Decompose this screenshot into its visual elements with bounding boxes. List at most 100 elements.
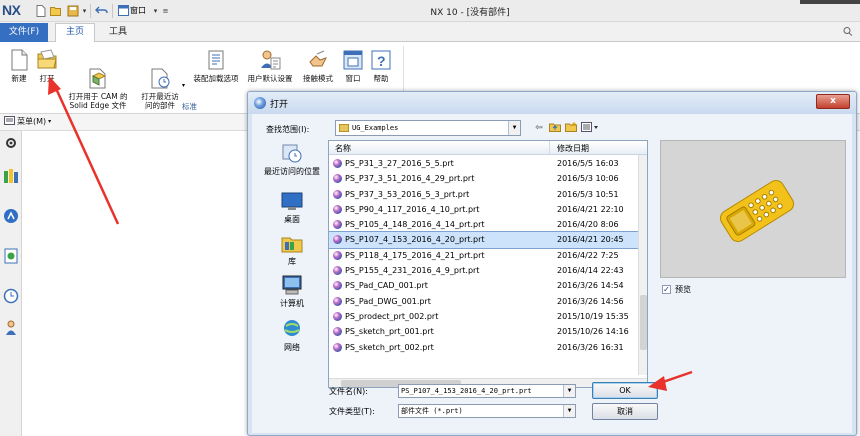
file-row[interactable]: PS_P155_4_231_2016_4_9_prt.prt 2016/4/14 … [329, 263, 641, 278]
gear-icon[interactable] [3, 135, 19, 153]
file-name: PS_P31_3_27_2016_5_5.prt [345, 159, 454, 168]
nx-part-file-icon [333, 159, 342, 168]
chevron-down-icon[interactable]: ▼ [508, 121, 520, 135]
web-browser-icon[interactable] [3, 207, 19, 225]
ok-button[interactable]: OK [592, 382, 658, 399]
file-type-label: 文件类型(T): [329, 407, 375, 416]
file-row[interactable]: PS_Pad_DWG_001.prt 2016/3/26 14:56 [329, 294, 641, 309]
place-label: 网络 [284, 343, 300, 352]
chevron-down-icon[interactable]: ▼ [563, 405, 575, 417]
folder-icon [339, 124, 349, 132]
open-button[interactable]: 打开 [34, 48, 60, 83]
file-row[interactable]: PS_P31_3_27_2016_5_5.prt 2016/5/5 16:03 [329, 156, 641, 171]
file-name: PS_sketch_prt_002.prt [345, 342, 434, 352]
nx-part-file-icon [333, 281, 342, 291]
file-row[interactable]: PS_prodect_prt_002.prt 2015/10/19 15:35 [329, 309, 641, 324]
screen-edge [800, 0, 860, 4]
search-icon[interactable] [842, 26, 856, 38]
assembly-load-options-label: 装配加载选项 [193, 74, 239, 83]
file-name: PS_Pad_DWG_001.prt [345, 296, 431, 306]
separator [90, 4, 91, 18]
menu-button[interactable]: 菜单(M) ▾ [4, 116, 51, 127]
view-menu-icon[interactable] [580, 122, 600, 134]
close-button[interactable]: x [816, 94, 850, 109]
window-button-label: 窗口 [345, 74, 361, 83]
chevron-down-icon[interactable]: ▾ [182, 82, 185, 89]
place-libraries[interactable]: 库 [258, 232, 326, 267]
file-row[interactable]: PS_sketch_prt_002.prt 2016/3/26 16:31 [329, 340, 641, 355]
look-in-dropdown[interactable]: UG_Examples ▼ [335, 120, 521, 136]
user-defaults-button[interactable]: 用户默认设置 [244, 48, 296, 83]
window-button[interactable]: 窗口 [340, 48, 366, 83]
file-row[interactable]: PS_P118_4_175_2016_4_21_prt.prt 2016/4/22… [329, 248, 641, 263]
file-row[interactable]: PS_P37_3_51_2016_4_29_prt.prt 2016/5/3 10… [329, 171, 641, 186]
open-recent-button[interactable]: 打开最近访 问的部件 [137, 48, 183, 110]
new-button[interactable]: 新建 [6, 48, 32, 83]
dialog-title-bar[interactable]: 打开 x [248, 92, 856, 114]
assembly-load-options-button[interactable]: 装配加载选项 [190, 48, 242, 83]
file-type-dropdown[interactable]: 部件文件 (*.prt) ▼ [398, 404, 576, 418]
desktop-icon [280, 190, 304, 212]
preview-pane [660, 140, 846, 278]
tab-file[interactable]: 文件(F) [0, 23, 48, 42]
assembly-options-icon [205, 48, 227, 72]
column-divider[interactable] [549, 141, 550, 155]
new-folder-icon[interactable] [564, 122, 578, 134]
file-row[interactable]: PS_Pad_CAD_001.prt 2016/3/26 14:54 [329, 278, 641, 293]
file-row[interactable]: PS_P37_3_53_2016_5_3_prt.prt 2016/5/3 10:… [329, 187, 641, 202]
open-for-cam-button[interactable]: 打开用于 CAM 的 Solid Edge 文件 [63, 48, 133, 110]
file-name-input[interactable]: PS_P107_4_153_2016_4_20_prt.prt ▼ [398, 384, 576, 398]
customize-icon[interactable]: ≡ [159, 4, 172, 17]
chevron-down-icon[interactable]: ▼ [563, 385, 575, 397]
back-icon[interactable]: ⇦ [532, 122, 546, 134]
file-row[interactable]: PS_P90_4_117_2016_4_10_prt.prt 2016/4/21 … [329, 202, 641, 217]
roles-icon[interactable] [3, 319, 19, 337]
new-file-icon [8, 48, 30, 72]
file-name: PS_prodect_prt_002.prt [345, 311, 439, 321]
tab-tools[interactable]: 工具 [104, 23, 132, 42]
ribbon-group-label: 标准 [182, 102, 197, 111]
open-folder-icon[interactable] [49, 4, 62, 17]
checkbox[interactable]: ✓ [662, 285, 671, 294]
new-button-label: 新建 [11, 74, 27, 83]
clock-icon[interactable] [3, 287, 19, 305]
scrollbar-thumb[interactable] [640, 295, 647, 350]
window-menu-label[interactable]: 窗口 [130, 5, 146, 16]
nx-part-file-icon [333, 296, 342, 306]
menu-button-label: 菜单(M) [17, 117, 47, 126]
touch-mode-button[interactable]: 接触模式 [298, 48, 338, 83]
history-icon[interactable] [3, 247, 19, 265]
file-date: 2016/4/21 20:45 [557, 235, 624, 245]
place-computer[interactable]: 计算机 [258, 274, 326, 309]
vertical-scrollbar[interactable] [638, 155, 647, 375]
separator [112, 4, 113, 18]
help-button[interactable]: ? 帮助 [368, 48, 394, 83]
undo-icon[interactable] [95, 4, 108, 17]
open-for-cam-label: 打开用于 CAM 的 Solid Edge 文件 [68, 92, 128, 110]
open-button-label: 打开 [39, 74, 55, 83]
place-desktop[interactable]: 桌面 [258, 190, 326, 225]
column-header-date[interactable]: 修改日期 [557, 143, 589, 154]
file-type-value: 部件文件 (*.prt) [401, 407, 463, 415]
up-folder-icon[interactable] [548, 122, 562, 134]
file-date: 2016/5/3 10:51 [557, 189, 619, 199]
open-folder-icon [36, 48, 58, 72]
file-row[interactable]: PS_P105_4_148_2016_4_14_prt.prt 2016/4/20… [329, 217, 641, 232]
tab-home[interactable]: 主页 [55, 23, 95, 42]
part-navigator-icon[interactable] [3, 167, 19, 185]
place-recent[interactable]: 最近访问的位置 [258, 142, 326, 177]
cancel-button[interactable]: 取消 [592, 403, 658, 420]
file-date: 2016/4/14 22:43 [557, 266, 624, 276]
nx-part-file-icon [333, 204, 342, 214]
cam-file-icon [87, 57, 109, 89]
new-file-icon[interactable] [34, 4, 47, 17]
file-row[interactable]: PS_sketch_prt_001.prt 2015/10/26 14:16 [329, 324, 641, 339]
place-network[interactable]: 网络 [258, 318, 326, 353]
window-icon[interactable] [117, 4, 130, 17]
file-row[interactable]: PS_P107_4_153_2016_4_20_prt.prt 2016/4/21… [329, 231, 642, 249]
column-header-name[interactable]: 名称 [335, 143, 351, 154]
file-date: 2016/4/20 8:06 [557, 220, 619, 230]
preview-checkbox[interactable]: ✓ 预览 [662, 284, 691, 295]
window-title: NX 10 - [没有部件] [430, 8, 510, 18]
file-name: PS_P155_4_231_2016_4_9_prt.prt [345, 266, 480, 276]
